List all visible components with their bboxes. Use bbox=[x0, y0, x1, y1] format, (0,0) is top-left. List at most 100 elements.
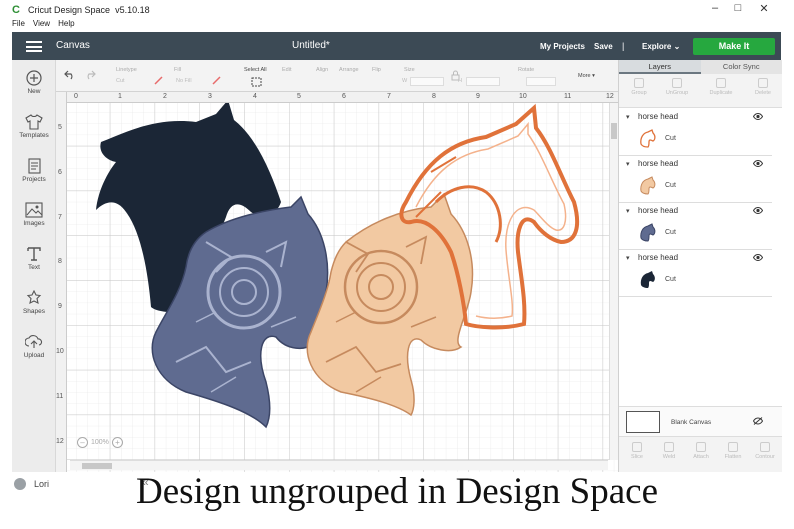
select-all-button[interactable]: Select All bbox=[244, 67, 267, 73]
align-label[interactable]: Align bbox=[316, 67, 328, 73]
left-sidebar: New Templates Projects Images Text Shape… bbox=[12, 60, 56, 472]
scroll-thumb[interactable] bbox=[82, 463, 112, 469]
sidebar-item-upload[interactable]: Upload bbox=[12, 334, 56, 359]
minimize-button[interactable]: – bbox=[707, 2, 723, 14]
size-height-input[interactable] bbox=[466, 77, 500, 86]
size-height-label: H bbox=[458, 78, 462, 84]
rotate-label: Rotate bbox=[518, 67, 535, 73]
ruler-tick-label: 12 bbox=[606, 93, 614, 100]
chevron-down-icon[interactable]: ▾ bbox=[626, 254, 630, 262]
redo-icon[interactable] bbox=[84, 70, 96, 80]
save-button[interactable]: Save bbox=[594, 42, 613, 51]
slice-button[interactable]: Slice bbox=[621, 442, 653, 460]
sidebar-item-label: Projects bbox=[22, 176, 46, 183]
eye-icon[interactable] bbox=[753, 254, 763, 261]
layer-name: horse head bbox=[638, 112, 679, 121]
layer-item[interactable]: ▾ horse head Cut bbox=[619, 250, 772, 297]
shapes-icon bbox=[26, 290, 42, 305]
menu-view[interactable]: View bbox=[33, 19, 50, 32]
eye-icon[interactable] bbox=[753, 207, 763, 214]
sidebar-item-shapes[interactable]: Shapes bbox=[12, 290, 56, 315]
layer-item[interactable]: ▾ horse head Cut bbox=[619, 203, 772, 250]
fill-select[interactable]: No Fill bbox=[176, 78, 192, 84]
text-icon bbox=[27, 247, 41, 261]
tab-layers[interactable]: Layers bbox=[619, 60, 701, 74]
sidebar-item-templates[interactable]: Templates bbox=[12, 114, 56, 139]
linetype-color-swatch-icon[interactable] bbox=[154, 76, 163, 85]
explore-button[interactable]: Explore ⌄ bbox=[642, 42, 680, 51]
attach-icon bbox=[696, 442, 706, 452]
attach-button[interactable]: Attach bbox=[685, 442, 717, 460]
delete-label: Delete bbox=[755, 90, 771, 96]
undo-icon[interactable] bbox=[64, 70, 76, 80]
select-all-icon[interactable] bbox=[251, 77, 262, 87]
explore-label: Explore bbox=[642, 42, 672, 51]
sidebar-item-label: Images bbox=[23, 220, 45, 227]
weld-button[interactable]: Weld bbox=[653, 442, 685, 460]
caret-down-icon: ▾ bbox=[592, 73, 595, 79]
vertical-scrollbar[interactable] bbox=[609, 103, 618, 460]
flatten-label: Flatten bbox=[724, 454, 742, 460]
ruler-tick-label: 2 bbox=[163, 93, 167, 100]
chevron-down-icon[interactable]: ▾ bbox=[626, 160, 630, 168]
sidebar-item-new[interactable]: New bbox=[12, 70, 56, 95]
layer-item[interactable]: ▾ horse head Cut bbox=[619, 156, 772, 203]
sidebar-item-images[interactable]: Images bbox=[12, 202, 56, 227]
sidebar-item-projects[interactable]: Projects bbox=[12, 158, 56, 183]
more-button[interactable]: More ▾ bbox=[578, 73, 595, 79]
eye-icon[interactable] bbox=[753, 113, 763, 120]
close-window-button[interactable]: ✕ bbox=[756, 2, 772, 15]
duplicate-icon bbox=[716, 78, 726, 88]
more-label: More bbox=[578, 73, 591, 79]
ruler-tick-label: 4 bbox=[253, 93, 257, 100]
canvas-color-swatch[interactable] bbox=[626, 411, 660, 433]
flatten-icon bbox=[728, 442, 738, 452]
duplicate-button[interactable]: Duplicate bbox=[703, 78, 739, 96]
my-projects-button[interactable]: My Projects bbox=[540, 42, 585, 51]
linetype-select[interactable]: Cut bbox=[116, 78, 125, 84]
maximize-button[interactable]: □ bbox=[730, 2, 746, 14]
sidebar-item-text[interactable]: Text bbox=[12, 246, 56, 271]
tab-color-sync[interactable]: Color Sync bbox=[700, 60, 782, 74]
design-canvas[interactable] bbox=[56, 92, 618, 472]
zoom-out-button[interactable]: – bbox=[77, 437, 88, 448]
size-width-input[interactable] bbox=[410, 77, 444, 86]
image-caption: Design ungrouped in Design Space bbox=[135, 471, 658, 512]
sidebar-item-label: Upload bbox=[23, 352, 45, 359]
hamburger-menu-icon[interactable] bbox=[26, 41, 42, 52]
edit-label[interactable]: Edit bbox=[282, 67, 291, 73]
eye-hidden-icon[interactable] bbox=[753, 417, 763, 425]
zoom-in-button[interactable]: + bbox=[111, 437, 123, 448]
projects-icon bbox=[28, 158, 41, 174]
horizontal-scrollbar[interactable] bbox=[70, 460, 608, 470]
blank-canvas-label: Blank Canvas bbox=[671, 419, 712, 426]
ungroup-button[interactable]: UnGroup bbox=[659, 78, 695, 96]
flatten-button[interactable]: Flatten bbox=[717, 442, 749, 460]
ruler-tick-label: 7 bbox=[387, 93, 391, 100]
menu-help[interactable]: Help bbox=[58, 19, 74, 32]
ruler-tick-label: 11 bbox=[56, 393, 64, 400]
sidebar-item-label: New bbox=[27, 88, 41, 95]
chevron-down-icon[interactable]: ▾ bbox=[626, 207, 630, 215]
arrange-label[interactable]: Arrange bbox=[339, 67, 359, 73]
menu-file[interactable]: File bbox=[12, 19, 25, 32]
cricut-logo-icon: C bbox=[12, 4, 20, 16]
contour-button[interactable]: Contour bbox=[749, 442, 781, 460]
ruler-tick-label: 10 bbox=[519, 93, 527, 100]
chevron-down-icon[interactable]: ▾ bbox=[626, 113, 630, 121]
app-window: C Cricut Design Space v5.10.18 – □ ✕ Fil… bbox=[0, 0, 794, 529]
group-button[interactable]: Group bbox=[621, 78, 657, 96]
group-icon bbox=[634, 78, 644, 88]
linetype-label: Linetype bbox=[116, 67, 137, 73]
fill-color-swatch-icon[interactable] bbox=[212, 76, 221, 85]
make-it-button[interactable]: Make It bbox=[693, 38, 775, 55]
ruler-tick-label: 6 bbox=[58, 169, 62, 176]
ruler-tick-label: 1 bbox=[118, 93, 122, 100]
delete-button[interactable]: Delete bbox=[745, 78, 781, 96]
scroll-thumb[interactable] bbox=[611, 123, 617, 139]
eye-icon[interactable] bbox=[753, 160, 763, 167]
blank-canvas-layer[interactable]: Blank Canvas bbox=[619, 406, 782, 436]
flip-label[interactable]: Flip bbox=[372, 67, 381, 73]
rotate-input[interactable] bbox=[526, 77, 556, 86]
layer-item[interactable]: ▾ horse head Cut bbox=[619, 109, 772, 156]
